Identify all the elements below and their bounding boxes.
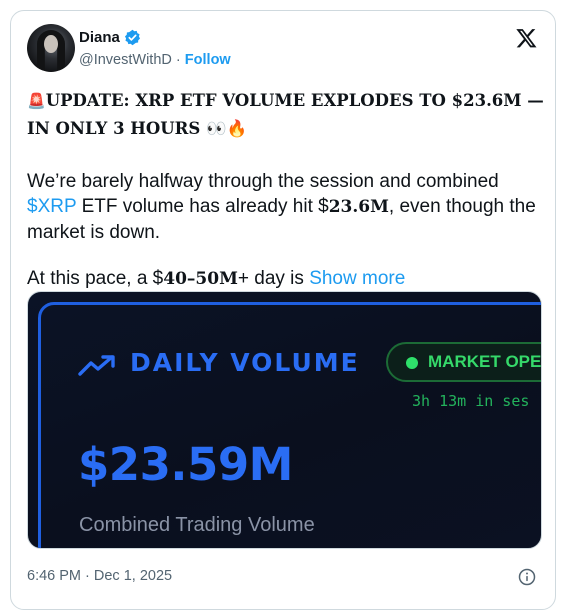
volume-caption: Combined Trading Volume: [79, 514, 315, 536]
trending-up-icon: [78, 355, 115, 376]
headline-text: UPDATE: XRP ETF VOLUME EXPLODES TO $23.6…: [27, 91, 544, 138]
session-time: 3h 13m in ses: [412, 392, 530, 410]
volume-panel: [38, 302, 541, 548]
body-text: + day is: [237, 268, 310, 289]
verified-badge-icon: [124, 29, 141, 46]
market-status-badge: MARKET OPE: [386, 342, 542, 382]
body-text: We’re barely halfway through the session…: [27, 171, 499, 192]
range-text: 40–50M: [163, 269, 238, 289]
handle-row: @InvestWithD · Follow: [79, 52, 231, 68]
market-status-label: MARKET OPE: [428, 352, 542, 371]
daily-volume-title: DAILY VOLUME: [130, 348, 360, 377]
tweet-card: Diana @InvestWithD · Follow 🚨UPDATE: XRP…: [10, 10, 556, 610]
media-image[interactable]: DAILY VOLUME MARKET OPE 3h 13m in ses $2…: [27, 291, 542, 549]
show-more-link[interactable]: Show more: [309, 268, 405, 289]
follow-button[interactable]: Follow: [185, 52, 231, 68]
name-row: Diana: [79, 29, 141, 46]
volume-value: $23.59M: [78, 438, 293, 491]
author-name[interactable]: Diana: [79, 29, 120, 46]
amount-text: 23.6M: [328, 197, 389, 217]
avatar-face: [44, 35, 58, 53]
cashtag-link[interactable]: $XRP: [27, 196, 76, 217]
status-dot-icon: [406, 357, 418, 369]
x-logo-icon[interactable]: [515, 27, 538, 49]
info-icon[interactable]: [518, 568, 536, 586]
trailing-emojis: 👀🔥: [206, 119, 248, 138]
siren-emoji: 🚨: [27, 92, 46, 110]
author-handle[interactable]: @InvestWithD: [79, 52, 172, 68]
body-text: ETF volume has already hit $: [76, 196, 329, 217]
tweet-timestamp[interactable]: 6:46 PM · Dec 1, 2025: [27, 568, 172, 584]
avatar[interactable]: [27, 24, 75, 72]
tweet-headline: 🚨UPDATE: XRP ETF VOLUME EXPLODES TO $23.…: [27, 87, 547, 143]
tweet-body-paragraph-2: At this pace, a $40–50M+ day is Show mor…: [27, 266, 552, 292]
tweet-body-paragraph-1: We’re barely halfway through the session…: [27, 169, 552, 245]
body-text: At this pace, a $: [27, 268, 164, 289]
separator-dot: ·: [175, 52, 181, 68]
